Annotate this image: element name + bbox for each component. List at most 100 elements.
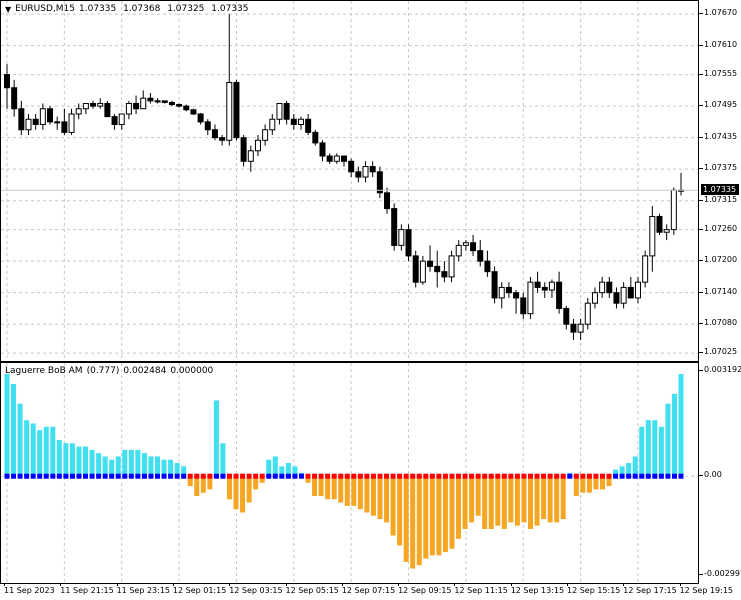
bear-candle — [613, 292, 620, 304]
bear-bar — [403, 476, 409, 562]
zero-marker — [279, 473, 285, 479]
bull-bar — [96, 453, 102, 477]
indicator-param: (0.777) — [86, 366, 120, 376]
bear-bar — [318, 476, 324, 496]
time-tick-label: 11 Sep 23:15 — [116, 583, 170, 595]
bear-candle — [570, 323, 577, 333]
symbol-label: EURUSD,M15 — [15, 4, 75, 14]
zero-marker — [43, 473, 49, 479]
zero-marker — [364, 473, 370, 479]
bear-bar — [194, 476, 200, 496]
bull-bar — [658, 426, 664, 477]
zero-marker — [128, 473, 134, 479]
bear-bar — [312, 476, 318, 496]
zero-marker — [253, 473, 259, 479]
zero-marker — [619, 473, 625, 479]
indicator-axis[interactable]: 0.003192 0.00 -0.002997 — [698, 362, 741, 584]
bull-bar — [671, 393, 677, 477]
bear-candle — [556, 281, 563, 309]
bear-candle — [505, 286, 512, 294]
zero-marker — [495, 473, 501, 479]
indicator-value-1: 0.002484 — [123, 366, 167, 376]
zero-marker — [344, 473, 350, 479]
time-tick-label: 12 Sep 05:15 — [285, 583, 339, 595]
bear-bar — [462, 476, 468, 529]
bear-bar — [377, 476, 383, 520]
bear-bar — [226, 476, 232, 500]
zero-marker — [168, 473, 174, 479]
dropdown-arrow-icon[interactable]: ▼ — [5, 5, 11, 14]
zero-marker — [259, 473, 265, 479]
bear-bar — [521, 476, 527, 523]
bear-candle — [563, 307, 570, 325]
time-tick-label: 11 Sep 2023 — [4, 583, 55, 595]
price-tick-label: 1.07495 — [698, 100, 738, 110]
bear-bar — [416, 476, 422, 566]
time-axis[interactable]: 11 Sep 2023 11 Sep 21:15 11 Sep 23:15 12 Se… — [0, 583, 741, 600]
zero-marker — [403, 473, 409, 479]
bear-candle — [111, 116, 118, 126]
time-tick-label: 12 Sep 01:15 — [172, 583, 227, 595]
high-value: 1.07368 — [123, 4, 161, 14]
chart-window[interactable]: ▼ EURUSD,M15 1.07335 1.07368 1.07325 1.0… — [0, 0, 741, 600]
bull-candle — [649, 215, 656, 257]
bear-bar — [534, 476, 540, 526]
zero-marker — [508, 473, 514, 479]
bear-candle — [534, 281, 541, 288]
zero-marker — [194, 473, 200, 479]
zero-marker — [174, 473, 180, 479]
time-tick-label: 12 Sep 07:15 — [341, 583, 396, 595]
bull-bar — [76, 446, 82, 477]
bear-candle — [133, 102, 140, 110]
bear-candle — [197, 113, 204, 123]
bull-candle — [254, 139, 261, 152]
bear-bar — [325, 476, 331, 500]
bull-bar — [83, 446, 89, 477]
zero-marker — [593, 473, 599, 479]
indicator-tick-label: 0.00 — [699, 470, 722, 480]
bear-bar — [560, 476, 566, 520]
bear-candle — [219, 137, 226, 141]
bull-candle — [226, 81, 233, 141]
bull-bar — [155, 456, 161, 477]
current-price-marker: 1.07335 — [701, 184, 739, 196]
bear-bar — [390, 476, 396, 536]
zero-marker — [390, 473, 396, 479]
zero-marker — [626, 473, 632, 479]
bear-candle — [47, 108, 54, 123]
bear-bar — [573, 476, 579, 496]
bull-bar — [89, 449, 95, 477]
bull-candle — [269, 118, 276, 131]
bull-bar — [4, 374, 10, 477]
zero-marker — [423, 473, 429, 479]
bull-bar — [30, 423, 36, 477]
bear-bar — [429, 476, 435, 556]
price-axis[interactable]: 1.07670 1.07610 1.07555 1.07495 1.07435 1.073… — [698, 0, 741, 362]
zero-marker — [377, 473, 383, 479]
zero-marker — [410, 473, 416, 479]
zero-marker — [560, 473, 566, 479]
bear-bar — [554, 476, 560, 523]
bear-candle — [376, 171, 383, 194]
indicator-tick-label: 0.003192 — [698, 365, 741, 374]
price-tick-label: 1.07610 — [698, 39, 738, 49]
zero-marker — [207, 473, 213, 479]
close-value: 1.07335 — [211, 4, 249, 14]
bear-candle — [412, 255, 419, 283]
bull-candle — [247, 150, 254, 162]
bull-bar — [24, 420, 30, 477]
bull-candle — [262, 129, 269, 141]
bear-bar — [410, 476, 416, 569]
bull-bar — [645, 420, 651, 477]
bull-candle — [634, 281, 641, 299]
zero-marker — [331, 473, 337, 479]
price-chart-pane[interactable]: ▼ EURUSD,M15 1.07335 1.07368 1.07325 1.0… — [0, 0, 699, 362]
zero-marker — [658, 473, 664, 479]
indicator-pane[interactable]: Laguerre BoB AM (0.777) 0.002484 0.00000… — [0, 362, 699, 584]
zero-marker — [632, 473, 638, 479]
bear-candle — [11, 87, 18, 110]
bear-candle — [18, 108, 25, 131]
zero-marker — [56, 473, 62, 479]
bull-bar — [122, 449, 128, 477]
bear-bar — [475, 476, 481, 516]
